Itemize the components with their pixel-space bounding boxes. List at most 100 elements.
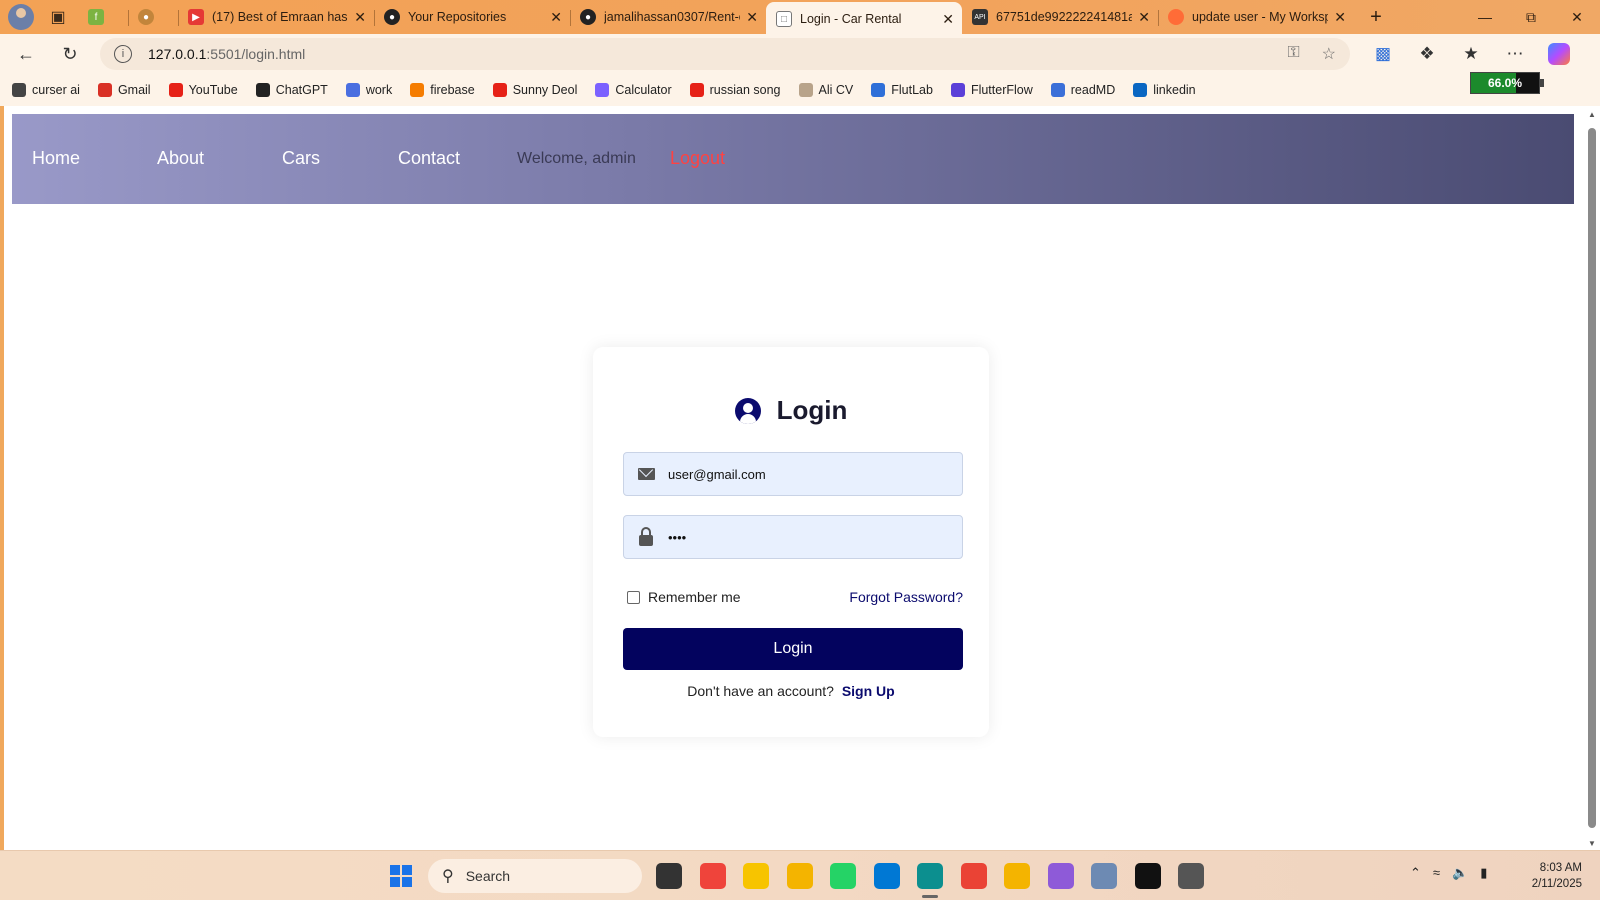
profile-avatar[interactable] xyxy=(8,4,34,30)
edge-icon[interactable] xyxy=(917,863,943,889)
capcut-icon[interactable] xyxy=(1134,863,1161,889)
translate-icon[interactable]: ▩ xyxy=(1368,39,1398,69)
nav-about-link[interactable]: About xyxy=(157,148,204,169)
key-icon[interactable]: ⚿ xyxy=(1287,44,1299,64)
nav-home-link[interactable]: Home xyxy=(32,148,80,169)
new-tab-icon[interactable]: + xyxy=(1362,6,1390,29)
bookmark-favicon-icon xyxy=(97,83,112,97)
bookmark-item[interactable]: YouTube xyxy=(168,83,238,97)
scroll-thumb[interactable] xyxy=(1588,128,1596,828)
volume-icon[interactable]: 🔈 xyxy=(1452,865,1468,881)
tab-1[interactable]: ● xyxy=(128,2,178,32)
extensions-icon[interactable]: ❖ xyxy=(1412,39,1442,69)
bookmark-item[interactable]: Gmail xyxy=(97,83,151,97)
close-icon[interactable]: ✕ xyxy=(942,11,954,28)
monitor-icon[interactable] xyxy=(1091,863,1117,889)
copilot-icon[interactable] xyxy=(1544,39,1574,69)
bookmark-item[interactable]: readMD xyxy=(1050,83,1115,97)
bookmark-item[interactable]: russian song xyxy=(689,83,781,97)
file-explorer-icon[interactable] xyxy=(786,863,813,889)
bookmark-favicon-icon xyxy=(1050,83,1065,97)
bookmark-item[interactable]: linkedin xyxy=(1133,83,1196,97)
back-arrow-icon[interactable]: ← xyxy=(8,38,44,70)
app-yellow-icon[interactable] xyxy=(743,863,769,889)
bookmark-favicon-icon xyxy=(255,83,270,97)
bookmark-label: curser ai xyxy=(32,83,80,97)
taskbar-search[interactable]: ⚲ Search xyxy=(428,859,642,893)
tab-0[interactable]: f xyxy=(78,2,128,32)
page-scrollbar[interactable]: ▲ ▼ xyxy=(1584,106,1600,850)
taskbar-clock[interactable]: 8:03 AM 2/11/2025 xyxy=(1520,860,1582,892)
more-icon[interactable]: ⋯ xyxy=(1500,39,1530,69)
github-icon: ● xyxy=(580,9,596,25)
scroll-down-icon[interactable]: ▼ xyxy=(1588,839,1596,848)
address-bar-row: ← ↻ i 127.0.0.1:5501/login.html ⚿ ☆ ▩ ❖ … xyxy=(0,34,1600,74)
scroll-up-icon[interactable]: ▲ xyxy=(1588,110,1596,119)
remember-label[interactable]: Remember me xyxy=(648,589,741,605)
password-field[interactable] xyxy=(623,515,963,559)
url-input[interactable]: i 127.0.0.1:5501/login.html ⚿ ☆ xyxy=(100,38,1350,70)
chrome-alt-icon[interactable] xyxy=(1004,863,1030,889)
wifi-icon[interactable]: ≈ xyxy=(1433,865,1440,881)
tab-2[interactable]: ▶ (17) Best of Emraan hashm ✕ xyxy=(178,2,374,32)
system-tray: ⌃ ≈ 🔈 ▮ xyxy=(1410,865,1487,881)
star-icon[interactable]: ☆ xyxy=(1322,44,1336,64)
password-input[interactable] xyxy=(668,529,938,545)
close-icon[interactable]: ✕ xyxy=(1138,9,1150,26)
chevron-up-icon[interactable]: ⌃ xyxy=(1410,865,1421,881)
email-input[interactable] xyxy=(668,466,938,482)
tab-6[interactable]: API 67751de992222241481aa ✕ xyxy=(962,2,1158,32)
bookmark-item[interactable]: work xyxy=(345,83,392,97)
tab-strip: ▣ f ● ▶ (17) Best of Emraan hashm ✕ ● Yo… xyxy=(0,0,1600,36)
bookmark-favicon-icon xyxy=(950,83,965,97)
signup-link[interactable]: Sign Up xyxy=(842,683,895,699)
tab-title: Your Repositories xyxy=(408,10,507,24)
bookmark-item[interactable]: Ali CV xyxy=(798,83,853,97)
bookmark-item[interactable]: ChatGPT xyxy=(255,83,328,97)
whatsapp-icon[interactable] xyxy=(830,863,856,889)
chrome-icon[interactable] xyxy=(960,863,987,889)
visual-studio-icon[interactable] xyxy=(1047,863,1074,889)
bookmark-item[interactable]: FlutterFlow xyxy=(950,83,1033,97)
nav-cars-link[interactable]: Cars xyxy=(282,148,320,169)
window-controls: — ⧉ ✕ xyxy=(1462,0,1600,34)
anydesk-icon[interactable] xyxy=(699,863,726,889)
battery-icon[interactable]: ▮ xyxy=(1480,865,1487,881)
tab-3[interactable]: ● Your Repositories ✕ xyxy=(374,2,570,32)
tab-5[interactable]: □ Login - Car Rental ✕ xyxy=(766,2,962,36)
site-navbar: Home About Cars Contact Welcome, admin L… xyxy=(12,114,1574,204)
close-icon[interactable]: ✕ xyxy=(354,9,366,26)
windows-start-icon[interactable] xyxy=(390,865,412,887)
bookmark-item[interactable]: Sunny Deol xyxy=(492,83,577,97)
bookmark-item[interactable]: FlutLab xyxy=(871,83,933,97)
restore-icon[interactable]: ⧉ xyxy=(1508,0,1554,34)
workspaces-icon[interactable]: ▣ xyxy=(44,3,72,31)
battery-label: 66.0% xyxy=(1487,76,1523,90)
minimize-icon[interactable]: — xyxy=(1462,0,1508,34)
logout-link[interactable]: Logout xyxy=(670,148,725,169)
tab-7[interactable]: update user - My Worksp ✕ xyxy=(1158,2,1354,32)
nav-contact-link[interactable]: Contact xyxy=(398,148,460,169)
favorites-icon[interactable]: ★ xyxy=(1456,39,1486,69)
close-icon[interactable]: ✕ xyxy=(746,9,758,26)
tab-4[interactable]: ● jamalihassan0307/Rent-ca ✕ xyxy=(570,2,766,32)
bookmark-favicon-icon xyxy=(410,83,425,97)
battery-indicator: 66.0% xyxy=(1470,72,1544,94)
bookmark-favicon-icon xyxy=(595,83,610,97)
reload-icon[interactable]: ↻ xyxy=(52,38,88,70)
forgot-password-link[interactable]: Forgot Password? xyxy=(849,589,963,605)
bookmark-item[interactable]: Calculator xyxy=(595,83,672,97)
close-icon[interactable]: ✕ xyxy=(1334,9,1346,26)
bookmark-favicon-icon xyxy=(345,83,360,97)
vscode-icon[interactable] xyxy=(873,863,900,889)
site-info-icon[interactable]: i xyxy=(114,45,132,63)
close-window-icon[interactable]: ✕ xyxy=(1554,0,1600,34)
bookmark-item[interactable]: curser ai xyxy=(12,83,80,97)
bookmark-item[interactable]: firebase xyxy=(410,83,475,97)
app-clock-icon[interactable] xyxy=(1178,863,1204,889)
task-view-icon[interactable] xyxy=(656,863,682,889)
email-field[interactable] xyxy=(623,452,963,496)
login-button[interactable]: Login xyxy=(623,628,963,670)
close-icon[interactable]: ✕ xyxy=(550,9,562,26)
remember-checkbox[interactable] xyxy=(627,590,640,604)
